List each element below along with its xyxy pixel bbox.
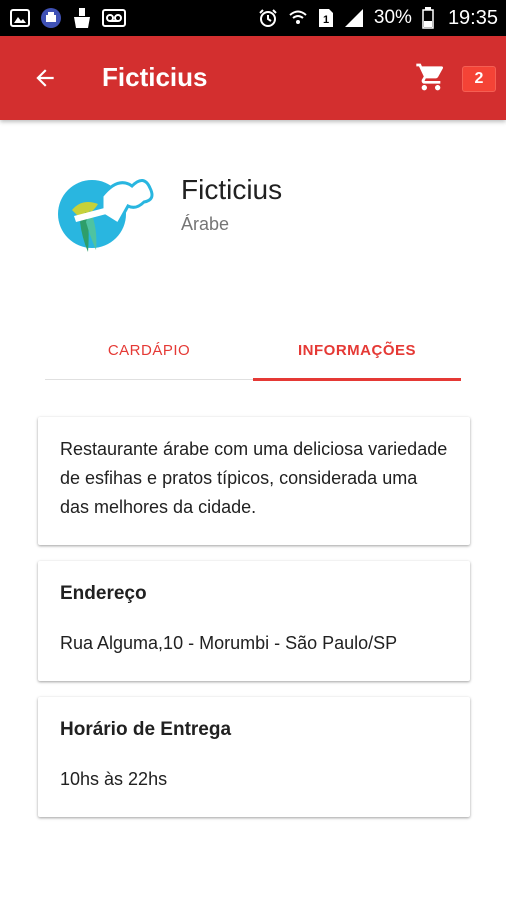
status-right: 1 30% 19:35	[258, 7, 498, 30]
battery-icon	[422, 7, 434, 29]
app-bar: Ficticius 2	[0, 36, 506, 120]
address-text: Rua Alguma,10 - Morumbi - São Paulo/SP	[60, 633, 398, 653]
restaurant-name: Ficticius	[181, 174, 283, 205]
tab-indicator	[253, 378, 461, 381]
tab-bar: CARDÁPIO INFORMAÇÕES	[45, 320, 461, 381]
delivery-hours-title: Horário de Entrega	[60, 719, 232, 740]
shopping-cart-icon	[416, 63, 443, 91]
app-title: Ficticius	[102, 62, 208, 92]
restaurant-category: Árabe	[181, 214, 230, 234]
delivery-hours-card: Horário de Entrega 10hs às 22hs	[38, 697, 470, 817]
description-card: Restaurante árabe com uma deliciosa vari…	[38, 417, 470, 545]
svg-text:1: 1	[323, 14, 329, 26]
address-card: Endereço Rua Alguma,10 - Morumbi - São P…	[38, 561, 470, 681]
status-bar: 1 30% 19:35	[0, 0, 506, 36]
app-notification-icon	[40, 7, 62, 29]
arrow-back-icon	[36, 69, 54, 87]
tab-informacoes[interactable]: INFORMAÇÕES	[253, 320, 461, 380]
image-icon	[10, 8, 30, 28]
restaurant-logo	[52, 166, 156, 258]
status-left	[10, 7, 126, 29]
tab-cardapio[interactable]: CARDÁPIO	[45, 320, 253, 380]
voicemail-icon	[102, 9, 126, 27]
description-text: Restaurante árabe com uma deliciosa vari…	[60, 439, 448, 517]
back-button[interactable]	[30, 63, 60, 93]
cleaner-icon	[72, 7, 92, 29]
address-title: Endereço	[60, 583, 147, 604]
sim-icon: 1	[318, 8, 334, 28]
signal-icon	[344, 8, 364, 28]
alarm-icon	[258, 8, 278, 28]
clock: 19:35	[447, 6, 498, 29]
cart-button[interactable]	[414, 60, 448, 94]
wifi-icon	[288, 8, 308, 28]
cart-count-badge[interactable]: 2	[462, 66, 496, 92]
delivery-hours-text: 10hs às 22hs	[60, 769, 168, 789]
battery-percentage: 30%	[373, 7, 412, 28]
